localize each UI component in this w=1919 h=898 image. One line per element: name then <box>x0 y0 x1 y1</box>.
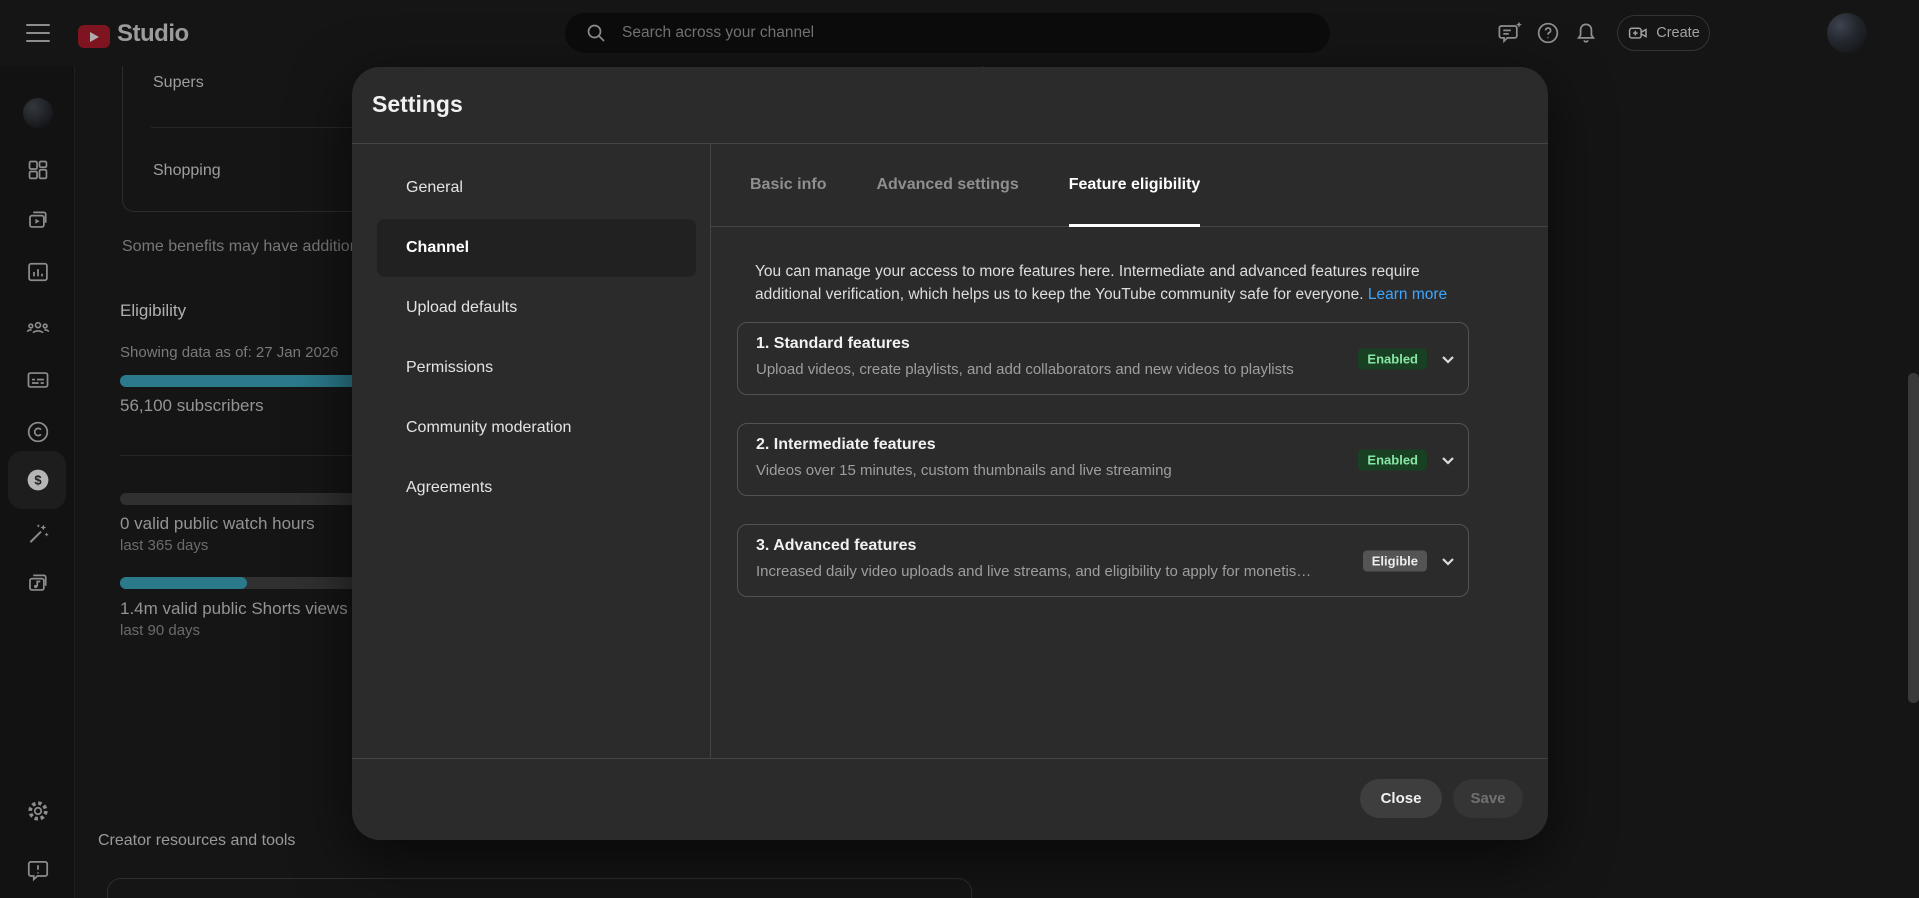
feature-title: 3. Advanced features <box>756 537 917 554</box>
settings-dialog-header: Settings <box>352 67 1548 144</box>
intermediate-features-card[interactable]: 2. Intermediate features Videos over 15 … <box>737 423 1469 496</box>
supers-row[interactable]: Supers <box>153 74 204 92</box>
save-button[interactable]: Save <box>1453 779 1523 818</box>
help-icon[interactable] <box>1535 20 1561 46</box>
magic-wand-icon <box>29 524 49 543</box>
tab-basic-info[interactable]: Basic info <box>750 144 826 226</box>
svg-text:$: $ <box>34 473 42 488</box>
divider <box>120 455 352 456</box>
settings-dialog: Settings General Channel Upload defaults… <box>352 67 1548 840</box>
sidebar-item-send-feedback[interactable] <box>25 857 51 883</box>
shopping-row[interactable]: Shopping <box>153 162 221 180</box>
channel-settings-content: Basic info Advanced settings Feature eli… <box>711 144 1548 758</box>
settings-nav: General Channel Upload defaults Permissi… <box>352 144 711 758</box>
create-button[interactable]: Create <box>1617 15 1710 51</box>
creator-resources-card <box>107 878 972 898</box>
feedback-icon[interactable] <box>1497 20 1523 46</box>
settings-nav-permissions[interactable]: Permissions <box>377 339 696 397</box>
advanced-features-card[interactable]: 3. Advanced features Increased daily vid… <box>737 524 1469 597</box>
watch-hours-value: 0 valid public watch hours <box>120 514 315 533</box>
sidebar-item-community[interactable] <box>25 315 51 341</box>
eligibility-title: Eligibility <box>120 301 187 320</box>
studio-brand[interactable]: Studio <box>117 20 189 48</box>
search-input[interactable]: Search across your channel <box>565 13 1330 53</box>
settings-nav-general[interactable]: General <box>377 159 696 217</box>
settings-nav-upload-defaults[interactable]: Upload defaults <box>377 279 696 337</box>
analytics-icon <box>28 262 48 282</box>
data-as-of-label: Showing data as of: 27 Jan 2026 <box>120 344 339 361</box>
feature-eligibility-description: You can manage your access to more featu… <box>755 260 1447 306</box>
dashboard-icon <box>28 160 48 180</box>
sidebar-item-analytics[interactable] <box>25 259 51 285</box>
search-placeholder: Search across your channel <box>622 24 815 41</box>
feature-title: 2. Intermediate features <box>756 436 936 453</box>
creator-resources-heading: Creator resources and tools <box>98 832 296 849</box>
status-badge: Enabled <box>1358 449 1427 470</box>
learn-more-link[interactable]: Learn more <box>1368 286 1447 303</box>
subtitles-icon <box>27 372 49 388</box>
close-button[interactable]: Close <box>1360 779 1442 818</box>
sidebar-item-copyright[interactable] <box>25 419 51 445</box>
youtube-logo-icon[interactable] <box>78 25 110 48</box>
shorts-views-period: last 90 days <box>120 622 201 639</box>
page-scrollbar[interactable] <box>1908 373 1919 703</box>
settings-nav-community-moderation[interactable]: Community moderation <box>377 399 696 457</box>
shorts-views-progress-fill <box>120 577 247 589</box>
feature-subtitle: Increased daily video uploads and live s… <box>756 563 1312 580</box>
dialog-footer: Close Save <box>352 758 1548 840</box>
chevron-down-icon[interactable] <box>1436 448 1460 472</box>
search-icon <box>584 21 608 45</box>
sidebar-item-settings[interactable] <box>25 798 51 824</box>
description-line1: You can manage your access to more featu… <box>755 263 1420 280</box>
status-badge: Enabled <box>1358 348 1427 369</box>
settings-nav-channel[interactable]: Channel <box>377 219 696 277</box>
watch-hours-period: last 365 days <box>120 537 209 554</box>
menu-icon[interactable] <box>26 24 50 42</box>
standard-features-card[interactable]: 1. Standard features Upload videos, crea… <box>737 322 1469 395</box>
watch-hours-progress-bar <box>120 493 352 505</box>
account-avatar[interactable] <box>1827 13 1867 53</box>
community-icon <box>26 321 50 334</box>
channel-avatar[interactable] <box>23 98 53 128</box>
tab-feature-eligibility[interactable]: Feature eligibility <box>1068 144 1200 227</box>
create-camera-icon <box>1629 27 1647 39</box>
feature-subtitle: Upload videos, create playlists, and add… <box>756 361 1294 378</box>
feature-cards: 1. Standard features Upload videos, crea… <box>737 322 1469 625</box>
benefits-note: Some benefits may have addition <box>122 238 359 255</box>
subscribers-count: 56,100 subscribers <box>120 396 264 415</box>
subscribers-progress-bar <box>120 375 352 387</box>
content-icon <box>29 211 47 228</box>
shorts-views-value: 1.4m valid public Shorts views <box>120 599 348 618</box>
sidebar-item-content[interactable] <box>25 207 51 233</box>
sidebar-item-dashboard[interactable] <box>25 157 51 183</box>
audio-library-icon <box>29 574 47 591</box>
chevron-down-icon[interactable] <box>1436 347 1460 371</box>
report-icon <box>27 861 49 882</box>
chevron-down-icon[interactable] <box>1436 549 1460 573</box>
earn-icon: $ <box>27 469 49 491</box>
tab-advanced-settings[interactable]: Advanced settings <box>876 144 1018 226</box>
status-badge: Eligible <box>1362 550 1427 571</box>
sidebar-item-audio-library[interactable] <box>25 570 51 596</box>
feature-subtitle: Videos over 15 minutes, custom thumbnail… <box>756 462 1172 479</box>
settings-nav-agreements[interactable]: Agreements <box>377 459 696 517</box>
feature-title: 1. Standard features <box>756 335 910 352</box>
notifications-icon[interactable] <box>1573 20 1599 46</box>
channel-settings-tabs: Basic info Advanced settings Feature eli… <box>711 144 1548 227</box>
shorts-views-progress-track <box>120 577 352 589</box>
studio-sidebar: $ <box>0 66 75 898</box>
sidebar-item-customization[interactable] <box>25 521 51 547</box>
copyright-icon <box>27 421 49 443</box>
sidebar-item-subtitles[interactable] <box>25 367 51 393</box>
sidebar-item-earn[interactable]: $ <box>25 467 51 493</box>
dialog-title: Settings <box>372 91 463 117</box>
description-line2: additional verification, which helps us … <box>755 286 1364 303</box>
create-label: Create <box>1656 25 1700 41</box>
youtube-studio-screen: Supers Shopping Some benefits may have a… <box>0 0 1919 898</box>
settings-gear-icon <box>28 801 48 821</box>
top-bar: Studio Search across your channel Create <box>0 0 1919 66</box>
